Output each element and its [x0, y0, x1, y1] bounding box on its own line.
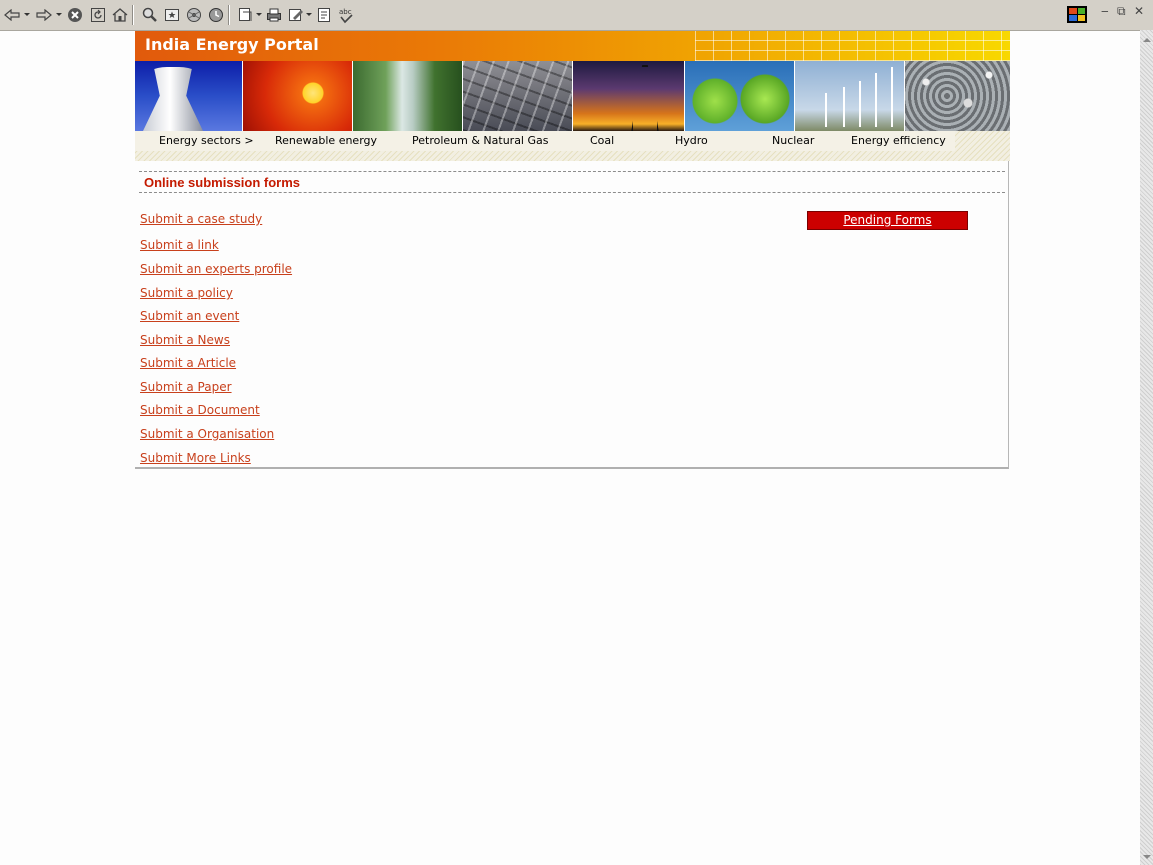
link-submit-more-links[interactable]: Submit More Links [140, 451, 251, 465]
back-dropdown-icon[interactable] [24, 13, 30, 16]
power-pylon-image [573, 61, 685, 131]
svg-text:abc: abc [339, 8, 352, 16]
vertical-scrollbar[interactable] [1140, 30, 1153, 865]
edit-dropdown-icon[interactable] [306, 13, 312, 16]
fullscreen-icon[interactable] [236, 5, 256, 25]
toolbar-separator [132, 5, 134, 25]
scroll-down-icon[interactable] [1143, 855, 1151, 859]
discuss-icon[interactable] [314, 5, 334, 25]
nav-hydro[interactable]: Hydro [675, 134, 708, 147]
link-submit-organisation[interactable]: Submit a Organisation [140, 427, 274, 441]
link-submit-event[interactable]: Submit an event [140, 309, 239, 323]
toolbar-separator [228, 5, 230, 25]
search-icon[interactable] [140, 5, 160, 25]
print-icon[interactable] [264, 5, 284, 25]
media-icon[interactable] [184, 5, 204, 25]
close-icon[interactable]: ✕ [1134, 4, 1144, 18]
site-header: India Energy Portal Energy sectors > Ren… [135, 31, 1010, 161]
nav-coal[interactable]: Coal [590, 134, 614, 147]
wind-turbines-image [795, 61, 905, 131]
nav-petroleum-natural-gas[interactable]: Petroleum & Natural Gas [412, 134, 548, 147]
home-icon[interactable] [110, 5, 130, 25]
waterfall-image [353, 61, 463, 131]
submission-forms-panel: Online submission forms Pending Forms Su… [135, 161, 1009, 469]
scroll-up-icon[interactable] [1143, 38, 1151, 42]
favorites-icon[interactable] [162, 5, 182, 25]
link-submit-news[interactable]: Submit a News [140, 333, 230, 347]
energy-nav-bar: Energy sectors > Renewable energy Petrol… [135, 131, 1010, 161]
history-icon[interactable] [206, 5, 226, 25]
windows-logo-icon [1067, 6, 1087, 23]
link-submit-case-study[interactable]: Submit a case study [140, 212, 262, 226]
section-header: Online submission forms [139, 171, 1005, 193]
link-submit-experts-profile[interactable]: Submit an experts profile [140, 262, 292, 276]
link-submit-article[interactable]: Submit a Article [140, 356, 236, 370]
header-photo-strip [135, 61, 1010, 131]
coal-gravel-image [905, 61, 1010, 131]
pending-forms-button[interactable]: Pending Forms [807, 211, 968, 230]
solar-panels-image [463, 61, 573, 131]
refresh-icon[interactable] [88, 5, 108, 25]
sun-image [243, 61, 353, 131]
nav-renewable-energy[interactable]: Renewable energy [275, 134, 377, 147]
portal-banner: India Energy Portal [135, 31, 1010, 61]
edit-icon[interactable] [286, 5, 306, 25]
forward-dropdown-icon[interactable] [56, 13, 62, 16]
minimize-icon[interactable]: ‒ [1101, 4, 1109, 18]
section-title: Online submission forms [144, 175, 301, 190]
link-submit-document[interactable]: Submit a Document [140, 403, 260, 417]
forward-arrow-icon[interactable] [34, 5, 54, 25]
portal-title: India Energy Portal [145, 35, 319, 54]
link-submit-link[interactable]: Submit a link [140, 238, 219, 252]
fullscreen-dropdown-icon[interactable] [256, 13, 262, 16]
leaves-image [685, 61, 795, 131]
cooling-tower-image [135, 61, 243, 131]
nav-energy-sectors[interactable]: Energy sectors > [159, 134, 254, 147]
browser-toolbar: abc ‒ ⧉ ✕ [0, 0, 1153, 31]
nav-nuclear[interactable]: Nuclear [772, 134, 814, 147]
spellcheck-icon[interactable]: abc [336, 5, 356, 25]
banner-grid-pattern [695, 31, 1010, 61]
stop-icon[interactable] [65, 5, 85, 25]
link-submit-policy[interactable]: Submit a policy [140, 286, 233, 300]
link-submit-paper[interactable]: Submit a Paper [140, 380, 232, 394]
restore-icon[interactable]: ⧉ [1117, 4, 1126, 19]
back-arrow-icon[interactable] [2, 5, 22, 25]
nav-energy-efficiency[interactable]: Energy efficiency [851, 134, 946, 147]
